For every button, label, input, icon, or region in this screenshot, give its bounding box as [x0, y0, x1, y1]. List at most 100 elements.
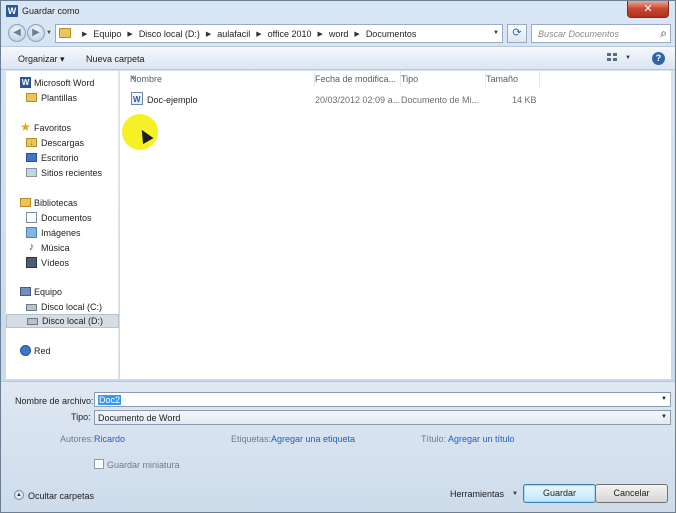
folder-icon	[26, 93, 37, 102]
folder-icon	[59, 28, 71, 38]
column-header-size[interactable]: Tamaño	[486, 71, 540, 87]
nav-item-disco-d[interactable]: Disco local (D:)	[6, 314, 119, 328]
nav-item-imagenes[interactable]: Imágenes	[6, 226, 119, 240]
file-list: Nombre ▲ Fecha de modifica... Tipo Tamañ…	[120, 71, 671, 379]
save-form: Nombre de archivo: Doc2 ▼ Tipo: Document…	[1, 381, 675, 512]
word-app-icon: W	[6, 5, 18, 17]
filename-value: Doc2	[98, 395, 122, 405]
star-icon: ★	[20, 120, 31, 134]
tags-label: Etiquetas:	[231, 434, 272, 444]
chevron-down-icon[interactable]: ▼	[512, 491, 518, 497]
search-icon[interactable]: ⌕	[660, 26, 667, 41]
nav-item-videos[interactable]: Vídeos	[6, 256, 119, 270]
type-value: Documento de Word	[98, 413, 181, 423]
word-document-icon: W	[131, 92, 143, 105]
nav-item-descargas[interactable]: ↓ Descargas	[6, 136, 119, 150]
cancel-button[interactable]: Cancelar	[595, 484, 668, 503]
change-view-icon[interactable]	[607, 53, 619, 63]
nav-item-documentos[interactable]: Documentos	[6, 211, 119, 225]
downloads-folder-icon: ↓	[26, 138, 37, 147]
recent-locations-dropdown[interactable]: ▼	[46, 30, 52, 36]
window-title: Guardar como	[22, 6, 80, 16]
recent-places-icon	[26, 168, 37, 177]
nav-item-microsoft-word[interactable]: W Microsoft Word	[6, 76, 119, 90]
nav-item-plantillas[interactable]: Plantillas	[6, 91, 119, 105]
nav-item-bibliotecas[interactable]: Bibliotecas	[6, 196, 119, 210]
address-row: ◀ ▶ ▼ ▶ Equipo ▶ Disco local (D:) ▶ aula…	[1, 22, 675, 44]
tags-value[interactable]: Agregar una etiqueta	[271, 434, 355, 444]
nav-item-equipo[interactable]: Equipo	[6, 285, 119, 299]
close-button[interactable]: ✕	[627, 1, 669, 18]
chevron-right-icon[interactable]: ▶	[127, 30, 132, 38]
file-row[interactable]: W Doc-ejemplo 20/03/2012 02:09 a... Docu…	[120, 91, 540, 107]
authors-label: Autores:	[60, 434, 94, 444]
chevron-right-icon[interactable]: ▶	[354, 30, 359, 38]
documents-icon	[26, 212, 37, 223]
chevron-down-icon[interactable]: ▼	[661, 414, 667, 420]
pictures-icon	[26, 227, 37, 238]
chevron-down-icon[interactable]: ▼	[493, 30, 499, 36]
authors-value[interactable]: Ricardo	[94, 434, 125, 444]
nav-item-musica[interactable]: ♪ Música	[6, 241, 119, 255]
chevron-right-icon[interactable]: ▶	[206, 30, 211, 38]
save-thumbnail-checkbox[interactable]	[94, 459, 104, 469]
search-placeholder: Buscar Documentos	[538, 29, 620, 39]
file-name: Doc-ejemplo	[147, 95, 198, 105]
breadcrumb-item[interactable]: Documentos	[366, 29, 417, 39]
address-bar[interactable]: ▶ Equipo ▶ Disco local (D:) ▶ aulafacil …	[55, 24, 503, 43]
file-type: Documento de Mi...	[401, 95, 480, 105]
breadcrumb-item[interactable]: Disco local (D:)	[139, 29, 200, 39]
filename-input[interactable]: Doc2 ▼	[94, 392, 671, 407]
chevron-down-icon[interactable]: ▼	[661, 396, 667, 402]
breadcrumb-item[interactable]: office 2010	[268, 29, 312, 39]
help-icon[interactable]: ?	[652, 52, 665, 65]
nav-item-favoritos[interactable]: ★ Favoritos	[6, 121, 119, 135]
chevron-right-icon[interactable]: ▶	[82, 30, 87, 38]
nav-item-disco-c[interactable]: Disco local (C:)	[6, 300, 119, 314]
breadcrumb: ▶ Equipo ▶ Disco local (D:) ▶ aulafacil …	[76, 29, 416, 39]
filename-label: Nombre de archivo:	[15, 396, 94, 406]
column-header-name[interactable]: Nombre ▲	[120, 71, 315, 87]
nav-item-escritorio[interactable]: Escritorio	[6, 151, 119, 165]
search-input[interactable]: Buscar Documentos ⌕	[531, 24, 671, 43]
chevron-right-icon[interactable]: ▶	[318, 30, 323, 38]
breadcrumb-item[interactable]: Equipo	[93, 29, 121, 39]
breadcrumb-item[interactable]: word	[329, 29, 349, 39]
organize-menu-button[interactable]: Organizar ▾	[18, 54, 65, 65]
refresh-button[interactable]: ⟳	[507, 24, 527, 43]
network-icon	[20, 345, 31, 356]
nav-item-sitios-recientes[interactable]: Sitios recientes	[6, 166, 119, 180]
word-icon: W	[20, 77, 31, 88]
chevron-up-icon[interactable]: ▲	[14, 490, 24, 500]
breadcrumb-item[interactable]: aulafacil	[217, 29, 250, 39]
title-value[interactable]: Agregar un título	[448, 434, 515, 444]
column-header-date[interactable]: Fecha de modifica...	[315, 71, 401, 87]
new-folder-button[interactable]: Nueva carpeta	[86, 54, 145, 64]
title-bar: W Guardar como ✕	[1, 1, 675, 21]
type-select[interactable]: Documento de Word ▼	[94, 410, 671, 425]
chevron-down-icon[interactable]: ▼	[625, 55, 631, 61]
desktop-icon	[26, 153, 37, 162]
file-date: 20/03/2012 02:09 a...	[315, 95, 401, 105]
save-as-dialog: W Guardar como ✕ ◀ ▶ ▼ ▶ Equipo ▶ Disco …	[0, 0, 676, 513]
file-size: 14 KB	[512, 95, 537, 105]
hide-folders-button[interactable]: Ocultar carpetas	[28, 491, 94, 501]
chevron-right-icon[interactable]: ▶	[256, 30, 261, 38]
save-thumbnail-label: Guardar miniatura	[107, 460, 180, 470]
type-label: Tipo:	[71, 412, 91, 422]
forward-button[interactable]: ▶	[27, 24, 45, 42]
title-label: Título:	[421, 434, 447, 444]
computer-icon	[20, 287, 31, 296]
nav-item-red[interactable]: Red	[6, 344, 119, 358]
column-header-type[interactable]: Tipo	[401, 71, 486, 87]
libraries-icon	[20, 198, 31, 207]
sort-up-icon: ▲	[130, 74, 137, 81]
save-button[interactable]: Guardar	[523, 484, 596, 503]
videos-icon	[26, 257, 37, 268]
drive-icon	[26, 304, 37, 311]
refresh-icon: ⟳	[512, 27, 522, 39]
drive-icon	[27, 318, 38, 325]
back-button[interactable]: ◀	[8, 24, 26, 42]
tools-menu-button[interactable]: Herramientas	[450, 489, 504, 499]
command-toolbar: Organizar ▾ Nueva carpeta ▼ ?	[1, 46, 675, 70]
